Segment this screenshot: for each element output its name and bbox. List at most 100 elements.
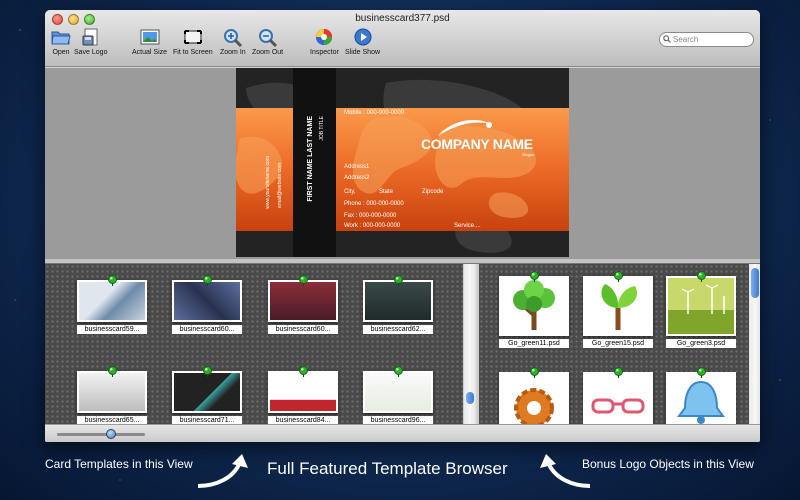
card-mobile: Mobile : 000-000-0000 — [344, 110, 405, 116]
card-email: email@website.com — [277, 163, 283, 208]
card-work: Work : 000-000-0000 — [344, 223, 401, 229]
company-swoosh-logo — [438, 120, 492, 136]
template-browser: businesscard59... businesscard60... busine… — [45, 264, 760, 424]
fit-to-screen-label: Fit to Screen — [173, 49, 213, 56]
pushpin-icon — [393, 364, 404, 377]
logos-scrollbar[interactable] — [749, 264, 760, 424]
logo-thumbnail — [499, 372, 569, 424]
pushpin-icon — [529, 269, 540, 282]
zoom-out-label: Zoom Out — [252, 49, 284, 56]
open-label: Open — [52, 49, 70, 56]
template-thumbnail — [172, 280, 242, 322]
save-document-icon — [80, 27, 102, 47]
template-thumbnail — [77, 280, 147, 322]
templates-scrollbar[interactable] — [464, 264, 476, 424]
template-label: businesscard71... — [172, 416, 242, 424]
zoom-in-icon — [222, 27, 244, 47]
template-thumbnail — [77, 371, 147, 413]
caption-logo-objects: Bonus Logo Objects in this View — [582, 457, 754, 471]
logo-tile[interactable]: Go_green15.psd — [583, 271, 653, 348]
template-thumbnail — [268, 371, 338, 413]
fit-screen-icon — [182, 27, 204, 47]
save-logo-label: Save Logo — [74, 49, 108, 56]
logo-thumbnail — [499, 276, 569, 336]
template-tile[interactable]: businesscard60... — [172, 275, 242, 334]
template-tile[interactable]: businesscard84... — [268, 366, 338, 424]
folder-icon — [50, 27, 72, 47]
actual-size-label: Actual Size — [132, 49, 168, 56]
card-company-name: COMPANY NAME — [421, 136, 533, 152]
zoom-out-icon — [257, 27, 279, 47]
slide-show-button[interactable]: Slide Show — [345, 27, 380, 56]
card-website: www.yoursitename.com — [265, 156, 271, 209]
logo-label: Go_green3.psd — [666, 339, 736, 348]
logos-scroll-thumb[interactable] — [751, 268, 759, 298]
template-tile[interactable]: businesscard71... — [172, 366, 242, 424]
template-thumbnail — [172, 371, 242, 413]
caption-template-browser: Full Featured Template Browser — [267, 459, 508, 478]
zoom-in-label: Zoom In — [220, 49, 246, 56]
template-label: businesscard62... — [363, 325, 433, 334]
actual-size-button[interactable]: Actual Size — [132, 27, 167, 56]
template-tile[interactable]: businesscard60... — [268, 275, 338, 334]
search-field[interactable]: Search — [659, 32, 754, 47]
caption-card-templates: Card Templates in this View — [45, 457, 193, 471]
logo-objects-pane: Go_green11.psd Go_green15.psd Go_green3.ps… — [479, 264, 749, 424]
zoom-out-button[interactable]: Zoom Out — [252, 27, 283, 56]
titlebar: businesscard377.psd Open Save Logo Actua… — [45, 10, 760, 67]
thumbnail-size-slider[interactable] — [57, 433, 145, 436]
card-job-title: JOB TITLE — [319, 116, 325, 141]
card-phone: Phone : 000-000-0000 — [344, 201, 404, 207]
template-thumbnail — [363, 280, 433, 322]
template-tile[interactable]: businesscard96... — [363, 366, 433, 424]
card-name-strip: FIRST NAME LAST NAME JOB TITLE — [293, 68, 336, 257]
card-full-name: FIRST NAME LAST NAME — [307, 116, 314, 202]
template-label: businesscard65... — [77, 416, 147, 424]
inspector-button[interactable]: Inspector — [310, 27, 339, 56]
pushpin-icon — [298, 273, 309, 286]
logo-tile[interactable] — [499, 367, 569, 424]
card-address2: Address2 — [344, 175, 370, 181]
logo-tile[interactable] — [583, 367, 653, 424]
thumbnail-size-slider-knob[interactable] — [106, 429, 116, 439]
card-slogan: Slogan — [522, 152, 535, 157]
toolbar: Open Save Logo Actual Size Fit to Screen — [45, 27, 760, 65]
card-templates-pane: businesscard59... businesscard60... busine… — [45, 264, 463, 424]
save-logo-button[interactable]: Save Logo — [74, 27, 107, 56]
slide-show-label: Slide Show — [345, 49, 381, 56]
picture-icon — [139, 27, 161, 47]
template-tile[interactable]: businesscard65... — [77, 366, 147, 424]
window-title: businesscard377.psd — [355, 13, 450, 24]
pushpin-icon — [202, 364, 213, 377]
fit-to-screen-button[interactable]: Fit to Screen — [173, 27, 213, 56]
play-icon — [352, 27, 374, 47]
logo-thumbnail — [666, 276, 736, 336]
card-service: Service.... — [454, 223, 481, 229]
card-city: City, — [344, 189, 356, 195]
logo-label: Go_green11.psd — [499, 339, 569, 348]
logo-tile[interactable]: Go_green3.psd — [666, 271, 736, 348]
template-label: businesscard60... — [172, 325, 242, 334]
logo-thumbnail — [583, 372, 653, 424]
templates-scroll-thumb[interactable] — [466, 392, 474, 404]
template-thumbnail — [363, 371, 433, 413]
curved-arrow-left-icon — [197, 454, 248, 488]
pushpin-icon — [529, 365, 540, 378]
promo-captions: Card Templates in this View Full Feature… — [0, 448, 800, 500]
app-window: businesscard377.psd Open Save Logo Actua… — [45, 10, 760, 442]
status-bar — [45, 424, 760, 442]
card-front: Mobile : 000-000-0000 COMPANY NAME Sloga… — [236, 108, 569, 231]
card-address1: Address1 — [344, 164, 370, 170]
template-tile[interactable]: businesscard59... — [77, 275, 147, 334]
zoom-in-button[interactable]: Zoom In — [220, 27, 246, 56]
pushpin-icon — [696, 365, 707, 378]
pushpin-icon — [202, 273, 213, 286]
template-label: businesscard60... — [268, 325, 338, 334]
logo-tile[interactable] — [666, 367, 736, 424]
open-button[interactable]: Open — [50, 27, 72, 56]
search-icon — [663, 35, 671, 43]
logo-tile[interactable]: Go_green11.psd — [499, 271, 569, 348]
template-tile[interactable]: businesscard62... — [363, 275, 433, 334]
pushpin-icon — [393, 273, 404, 286]
business-card-preview[interactable]: Mobile : 000-000-0000 COMPANY NAME Sloga… — [236, 68, 569, 257]
